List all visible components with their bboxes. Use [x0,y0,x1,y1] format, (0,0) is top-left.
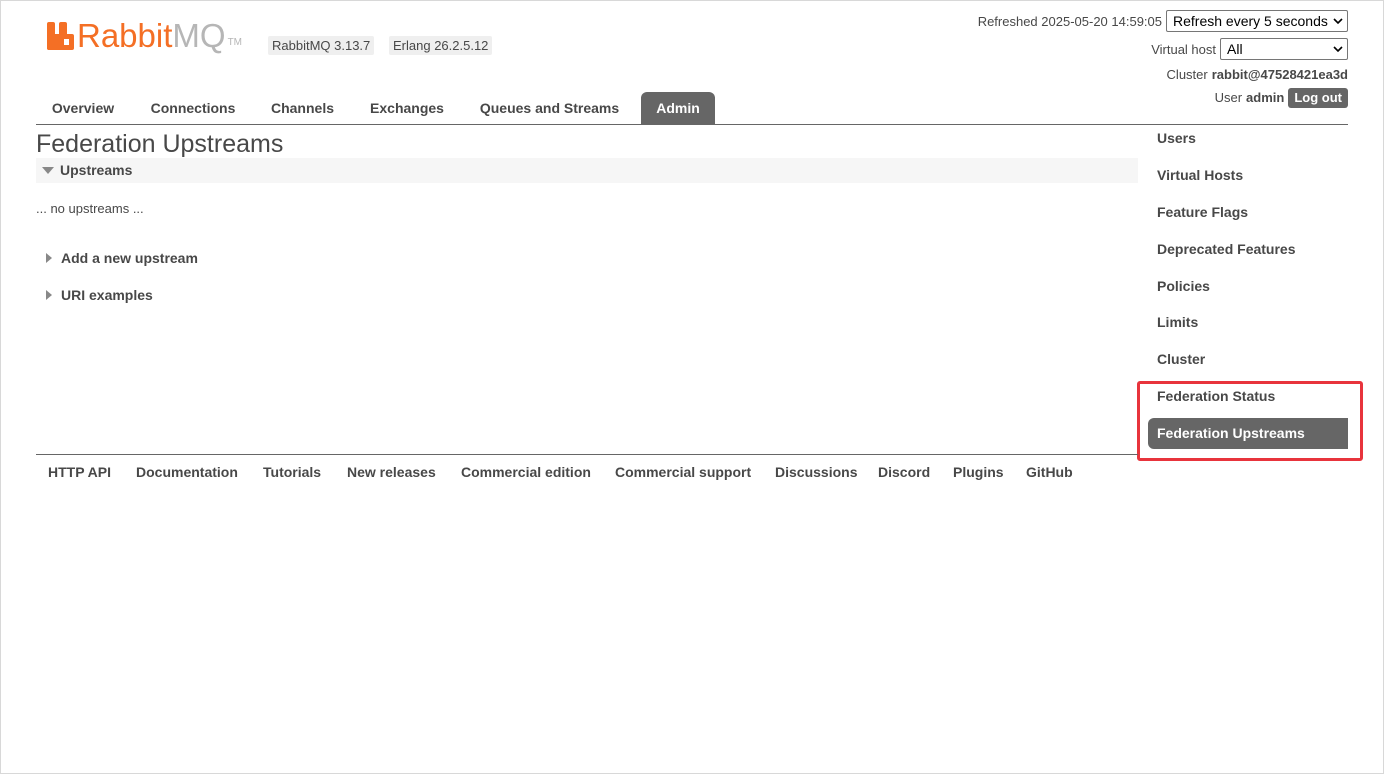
virtual-host-label: Virtual host [1151,41,1216,57]
page-title: Federation Upstreams [36,130,284,158]
refreshed-label: Refreshed 2025-05-20 14:59:05 [977,13,1162,29]
footer-link-new-releases[interactable]: New releases [347,463,436,481]
upstreams-section-header[interactable]: Upstreams [36,158,1138,183]
tab-connections[interactable]: Connections [141,92,245,124]
uri-examples-label: URI examples [61,287,153,303]
cluster-name: rabbit@47528421ea3d [1211,67,1348,82]
virtual-host-value: All [1227,41,1243,57]
footer-link-discord[interactable]: Discord [878,463,930,481]
logo-text: RabbitMQ [77,17,226,54]
erlang-version-badge: Erlang 26.2.5.12 [389,36,493,55]
expand-triangle-icon [46,253,52,263]
rabbitmq-logo[interactable]: RabbitMQ TM [47,18,242,54]
footer-link-github[interactable]: GitHub [1026,463,1073,481]
add-upstream-label: Add a new upstream [61,250,198,266]
upstreams-section-label: Upstreams [60,162,133,178]
admin-nav-federation-upstreams[interactable]: Federation Upstreams [1148,418,1348,449]
tab-channels[interactable]: Channels [260,92,345,124]
expand-triangle-icon [46,290,52,300]
admin-nav-deprecated-features[interactable]: Deprecated Features [1148,234,1348,265]
footer-link-commercial-support[interactable]: Commercial support [615,463,751,481]
admin-nav-limits[interactable]: Limits [1148,307,1348,338]
chevron-down-icon [1333,18,1343,25]
admin-nav-federation-status[interactable]: Federation Status [1148,381,1348,412]
refresh-interval-value: Refresh every 5 seconds [1173,13,1328,29]
cluster-label: Cluster [1166,67,1208,82]
tab-queues-and-streams[interactable]: Queues and Streams [469,92,630,124]
footer-link-plugins[interactable]: Plugins [953,463,1004,481]
footer-link-tutorials[interactable]: Tutorials [263,463,321,481]
rabbitmq-version-badge: RabbitMQ 3.13.7 [268,36,375,55]
footer-links: HTTP API Documentation Tutorials New rel… [36,454,1138,495]
collapse-triangle-icon [42,167,54,174]
footer-link-commercial-edition[interactable]: Commercial edition [461,463,591,481]
rabbitmq-logo-icon [47,22,74,50]
add-upstream-toggle[interactable]: Add a new upstream [44,248,198,268]
footer-link-http-api[interactable]: HTTP API [48,463,111,481]
footer-link-documentation[interactable]: Documentation [136,463,238,481]
tab-admin[interactable]: Admin [641,92,715,124]
refresh-interval-select[interactable]: Refresh every 5 seconds [1166,10,1348,32]
uri-examples-toggle[interactable]: URI examples [44,285,153,305]
admin-nav-policies[interactable]: Policies [1148,271,1348,302]
tab-overview[interactable]: Overview [39,92,127,124]
no-upstreams-text: ... no upstreams ... [36,201,144,216]
tab-exchanges[interactable]: Exchanges [360,92,454,124]
chevron-down-icon [1333,46,1343,53]
admin-nav-feature-flags[interactable]: Feature Flags [1148,197,1348,228]
admin-nav-cluster[interactable]: Cluster [1148,344,1348,375]
admin-nav-users[interactable]: Users [1148,123,1348,154]
admin-nav-virtual-hosts[interactable]: Virtual Hosts [1148,160,1348,191]
footer-link-discussions[interactable]: Discussions [775,463,857,481]
main-tabs: Overview Connections Channels Exchanges … [36,92,1348,125]
virtual-host-select[interactable]: All [1220,38,1348,60]
logo-trademark: TM [227,37,243,48]
